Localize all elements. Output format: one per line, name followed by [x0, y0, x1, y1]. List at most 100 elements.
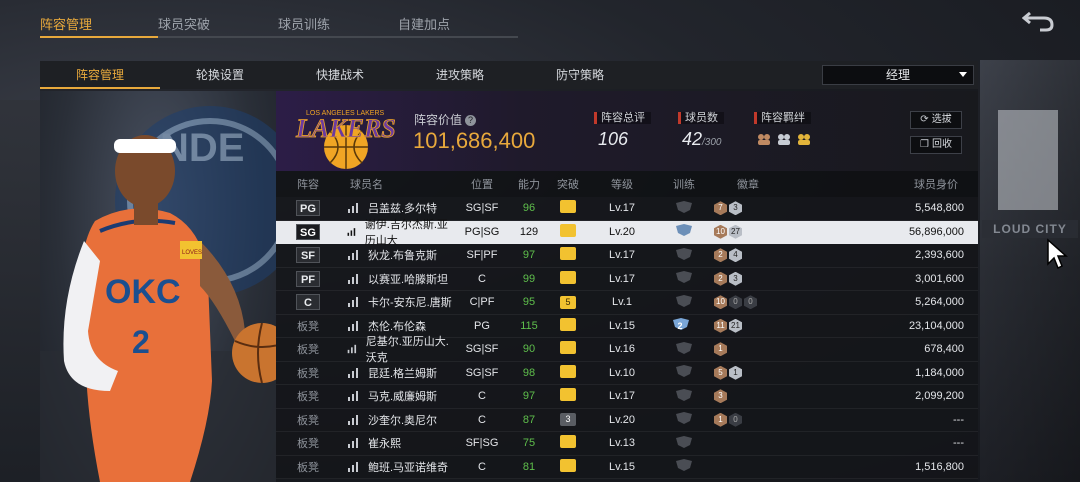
- player-value: 678,400: [924, 343, 964, 356]
- table-row[interactable]: C 卡尔-安东尼.唐斯 C|PF 95 5 Lv.1 10 0 0 5,264,000: [276, 291, 978, 315]
- player-type-icon: [348, 320, 358, 331]
- table-row[interactable]: PF 以赛亚.哈滕斯坦 C 99 Lv.17 2 3 3,001,600: [276, 267, 978, 291]
- badge-icon[interactable]: 2: [714, 248, 727, 263]
- subtab-offense-strategy[interactable]: 进攻策略: [400, 61, 520, 89]
- player-level: Lv.17: [608, 202, 636, 215]
- player-overall: 87: [522, 413, 536, 426]
- col-badges[interactable]: 徽章: [712, 176, 782, 192]
- table-row[interactable]: 板凳 昆廷.格兰姆斯 SG|SF 98 Lv.10 5 1 1,184,000: [276, 361, 978, 385]
- tab-lineup-management[interactable]: 阵容管理: [40, 0, 158, 38]
- crown-icon[interactable]: [560, 200, 576, 214]
- subtab-lineup[interactable]: 阵容管理: [40, 61, 160, 89]
- tab-custom-points[interactable]: 自建加点: [398, 0, 518, 38]
- row-training-cell: [656, 247, 712, 263]
- table-row[interactable]: 板凳 鲍班.马亚诺维奇 C 81 Lv.15 1,516,800: [276, 455, 978, 479]
- subtab-defense-strategy[interactable]: 防守策略: [520, 61, 640, 89]
- table-row[interactable]: SF 狄龙.布鲁克斯 SF|PF 97 Lv.17 2 4 2,393,600: [276, 244, 978, 268]
- row-name-cell: 吕盖兹.多尔特: [340, 200, 454, 216]
- training-shield-icon[interactable]: [675, 388, 693, 401]
- col-position[interactable]: 位置: [454, 176, 510, 192]
- silver-chemistry-icon[interactable]: [776, 132, 792, 146]
- row-name-cell: 沙奎尔.奥尼尔: [340, 412, 454, 428]
- crown-icon[interactable]: 3: [560, 413, 576, 427]
- badge-icon[interactable]: 5: [714, 365, 727, 380]
- badge-icon[interactable]: 4: [729, 248, 742, 263]
- table-row[interactable]: 板凳 尼基尔.亚历山大.沃克 SG|SF 90 Lv.16 1 678,400: [276, 336, 978, 364]
- overall-rating-label: 阵容总评: [594, 109, 651, 125]
- badge-icon[interactable]: 1: [714, 412, 727, 427]
- badge-icon[interactable]: 0: [729, 295, 742, 310]
- row-breakthrough-cell: 3: [548, 413, 588, 427]
- player-name: 卡尔-安东尼.唐斯: [368, 297, 452, 310]
- badge-icon[interactable]: 0: [744, 295, 757, 310]
- crown-icon[interactable]: [560, 341, 576, 355]
- player-value: 1,184,000: [915, 366, 964, 379]
- player-name: 吕盖兹.多尔特: [368, 203, 438, 216]
- training-shield-icon[interactable]: [675, 200, 693, 213]
- crown-icon[interactable]: [560, 388, 576, 402]
- col-salary[interactable]: 球员身价: [782, 176, 978, 192]
- training-shield-icon[interactable]: [675, 412, 693, 425]
- badge-icon[interactable]: 27: [729, 224, 742, 239]
- badge-icon[interactable]: 10: [714, 224, 727, 239]
- badge-icon[interactable]: 7: [714, 201, 727, 216]
- crown-icon[interactable]: [560, 364, 576, 378]
- table-row[interactable]: 板凳 沙奎尔.奥尼尔 C 87 3 Lv.20 1 0 ---: [276, 408, 978, 432]
- table-row[interactable]: SG 谢伊.吉尔杰斯.亚历山大 PG|SG 129 Lv.20 10 27 56,896,00…: [276, 219, 978, 247]
- col-name[interactable]: 球员名: [340, 176, 454, 192]
- gold-chemistry-icon[interactable]: [796, 132, 812, 146]
- featured-player-art: NDE OKC 2 LOVES: [40, 91, 276, 482]
- badge-icon[interactable]: 3: [714, 389, 727, 404]
- row-training-cell: [656, 365, 712, 380]
- tab-player-breakthrough[interactable]: 球员突破: [158, 0, 278, 38]
- training-shield-icon[interactable]: [675, 365, 693, 378]
- training-shield-icon[interactable]: [675, 271, 693, 284]
- mode-dropdown[interactable]: 经理: [822, 65, 974, 85]
- training-shield-icon[interactable]: [675, 224, 693, 237]
- crown-icon[interactable]: [560, 270, 576, 284]
- badge-icon[interactable]: 1: [729, 365, 742, 380]
- col-breakthrough[interactable]: 突破: [548, 176, 588, 192]
- table-row[interactable]: 板凳 崔永熙 SF|SG 75 Lv.13 ---: [276, 432, 978, 456]
- team-summary-card: LOS ANGELES LAKERS LAKERS 阵容价值? 101,686,…: [276, 91, 978, 171]
- training-shield-icon[interactable]: [675, 435, 693, 448]
- row-slot: 板凳: [276, 435, 340, 451]
- recycle-button[interactable]: ❐ 回收: [910, 136, 962, 154]
- crown-icon[interactable]: 5: [560, 295, 576, 309]
- tab-player-training[interactable]: 球员训练: [278, 0, 398, 38]
- crown-icon[interactable]: [560, 317, 576, 331]
- table-row[interactable]: 板凳 马克.威廉姆斯 C 97 Lv.17 3 2,099,200: [276, 385, 978, 409]
- col-overall[interactable]: 能力: [510, 176, 548, 192]
- col-level[interactable]: 等级: [588, 176, 656, 192]
- training-shield-icon[interactable]: [675, 341, 693, 354]
- player-type-icon: [348, 297, 358, 308]
- row-slot: SG: [276, 223, 340, 240]
- col-slot[interactable]: 阵容: [276, 176, 340, 192]
- crown-icon[interactable]: [560, 458, 576, 472]
- bronze-chemistry-icon[interactable]: [756, 132, 772, 146]
- crown-icon[interactable]: [560, 247, 576, 261]
- crown-icon[interactable]: [560, 435, 576, 449]
- back-button[interactable]: [1021, 8, 1058, 34]
- col-training[interactable]: 训练: [656, 176, 712, 192]
- badge-icon[interactable]: 3: [729, 271, 742, 286]
- table-body: PG 吕盖兹.多尔特 SG|SF 96 Lv.17 7 3 5,548,800 SG 谢伊.吉尔杰…: [276, 197, 978, 479]
- training-shield-icon[interactable]: [675, 459, 693, 472]
- subtab-quick-tactics[interactable]: 快捷战术: [280, 61, 400, 89]
- training-shield-icon[interactable]: [675, 294, 693, 307]
- badge-icon[interactable]: 2: [714, 271, 727, 286]
- crown-icon[interactable]: [560, 223, 576, 237]
- training-level: 2: [677, 321, 683, 332]
- help-icon[interactable]: ?: [465, 115, 477, 127]
- badge-icon[interactable]: 1: [714, 342, 727, 357]
- select-button[interactable]: ⟳ 选拔: [910, 111, 962, 129]
- badge-icon[interactable]: 10: [714, 295, 727, 310]
- badge-icon[interactable]: 21: [729, 318, 742, 333]
- badge-icon[interactable]: 11: [714, 318, 727, 333]
- player-overall: 115: [520, 319, 538, 332]
- badge-icon[interactable]: 3: [729, 201, 742, 216]
- subtab-rotation[interactable]: 轮换设置: [160, 61, 280, 89]
- badge-icon[interactable]: 0: [729, 412, 742, 427]
- row-badges-cell: 10 0 0: [712, 295, 782, 310]
- training-shield-icon[interactable]: [675, 247, 693, 260]
